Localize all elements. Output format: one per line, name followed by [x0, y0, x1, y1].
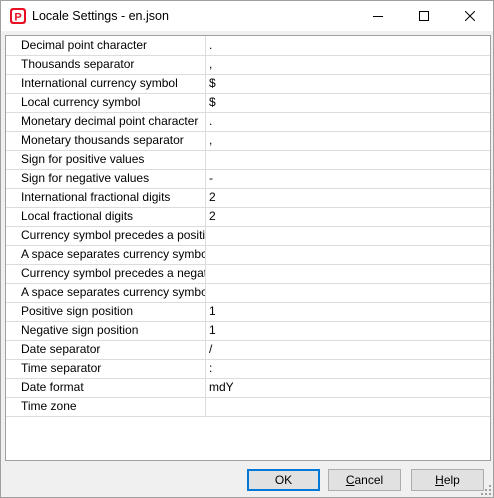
property-label: International fractional digits — [6, 188, 206, 207]
property-checkbox-cell[interactable] — [207, 283, 490, 302]
property-label: Monetary decimal point character — [6, 112, 206, 131]
property-value[interactable]: 2 — [207, 188, 490, 207]
property-label: Local currency symbol — [6, 93, 206, 112]
title-bar[interactable]: P Locale Settings - en.json — [1, 1, 493, 31]
property-value[interactable]: . — [207, 112, 490, 131]
property-label: Currency symbol precedes a positive v — [6, 226, 206, 245]
cancel-button[interactable]: Cancel — [328, 469, 401, 491]
property-row[interactable]: Date separator / — [6, 340, 490, 360]
property-value[interactable]: 1 — [207, 302, 490, 321]
property-value[interactable]: , — [207, 55, 490, 74]
property-row[interactable]: Sign for positive values — [6, 150, 490, 170]
property-value[interactable]: $ — [207, 74, 490, 93]
property-value[interactable]: : — [207, 359, 490, 378]
property-checkbox-cell[interactable] — [207, 264, 490, 283]
window-title: Locale Settings - en.json — [32, 9, 169, 23]
property-label: Currency symbol precedes a negative — [6, 264, 206, 283]
property-value[interactable]: . — [207, 36, 490, 55]
property-row[interactable]: Local currency symbol $ — [6, 93, 490, 113]
property-row[interactable]: Negative sign position 1 — [6, 321, 490, 341]
property-label: A space separates currency symbol fr — [6, 245, 206, 264]
property-row[interactable]: Monetary decimal point character. — [6, 112, 490, 132]
property-row[interactable]: International currency symbol $ — [6, 74, 490, 94]
property-label: Date format — [6, 378, 206, 397]
help-button[interactable]: Help — [411, 469, 484, 491]
property-grid[interactable]: Decimal point character. Thousands separa… — [5, 35, 491, 461]
cancel-mnemonic: C — [345, 473, 355, 487]
maximize-button[interactable] — [401, 1, 447, 31]
property-label: Time zone — [6, 397, 206, 416]
ok-button-label: OK — [274, 473, 293, 487]
property-value[interactable]: 1 — [207, 321, 490, 340]
property-row[interactable]: Thousands separator, — [6, 55, 490, 75]
minimize-button[interactable] — [355, 1, 401, 31]
resize-grip-icon[interactable] — [481, 485, 491, 495]
help-mnemonic: H — [435, 473, 444, 487]
property-row[interactable]: Sign for negative values - — [6, 169, 490, 189]
property-label: Decimal point character — [6, 36, 206, 55]
property-value[interactable]: , — [207, 131, 490, 150]
property-row[interactable]: Positive sign position 1 — [6, 302, 490, 322]
property-label: Positive sign position — [6, 302, 206, 321]
property-row[interactable]: Currency symbol precedes a negative — [6, 264, 490, 284]
property-row[interactable]: Time separator: — [6, 359, 490, 379]
app-icon-letter: P — [14, 12, 21, 24]
property-row[interactable]: International fractional digits 2 — [6, 188, 490, 208]
property-label: Negative sign position — [6, 321, 206, 340]
property-label: Time separator — [6, 359, 206, 378]
property-label: Sign for negative values — [6, 169, 206, 188]
property-row[interactable]: Date format mdY — [6, 378, 490, 398]
property-label: Local fractional digits — [6, 207, 206, 226]
property-value[interactable]: - — [207, 169, 490, 188]
property-row[interactable]: Monetary thousands separator, — [6, 131, 490, 151]
maximize-icon — [419, 11, 429, 21]
property-value[interactable]: 2 — [207, 207, 490, 226]
property-row[interactable]: Decimal point character. — [6, 36, 490, 56]
property-row[interactable]: Local fractional digits 2 — [6, 207, 490, 227]
property-label: Thousands separator — [6, 55, 206, 74]
property-label: Monetary thousands separator — [6, 131, 206, 150]
ok-button[interactable]: OK — [247, 469, 320, 491]
property-row[interactable]: A space separates currency symbol fr — [6, 283, 490, 303]
property-checkbox-cell[interactable] — [207, 226, 490, 245]
property-label: Sign for positive values — [6, 150, 206, 169]
locale-settings-dialog: P Locale Settings - en.json Decimal poin… — [0, 0, 494, 498]
close-icon — [465, 11, 475, 21]
property-value[interactable]: / — [207, 340, 490, 359]
cancel-button-label: ancel — [354, 473, 384, 487]
property-value[interactable] — [207, 397, 490, 416]
property-row[interactable]: Time zone — [6, 397, 490, 417]
close-button[interactable] — [447, 1, 493, 31]
property-value[interactable]: $ — [207, 93, 490, 112]
property-label: Date separator — [6, 340, 206, 359]
minimize-icon — [373, 16, 383, 17]
property-checkbox-cell[interactable] — [207, 245, 490, 264]
property-label: A space separates currency symbol fr — [6, 283, 206, 302]
help-button-label: elp — [443, 473, 460, 487]
property-value[interactable]: mdY — [207, 378, 490, 397]
property-value[interactable] — [207, 150, 490, 169]
app-icon: P — [10, 8, 26, 24]
property-row[interactable]: Currency symbol precedes a positive v — [6, 226, 490, 246]
property-row[interactable]: A space separates currency symbol fr — [6, 245, 490, 265]
property-label: International currency symbol — [6, 74, 206, 93]
